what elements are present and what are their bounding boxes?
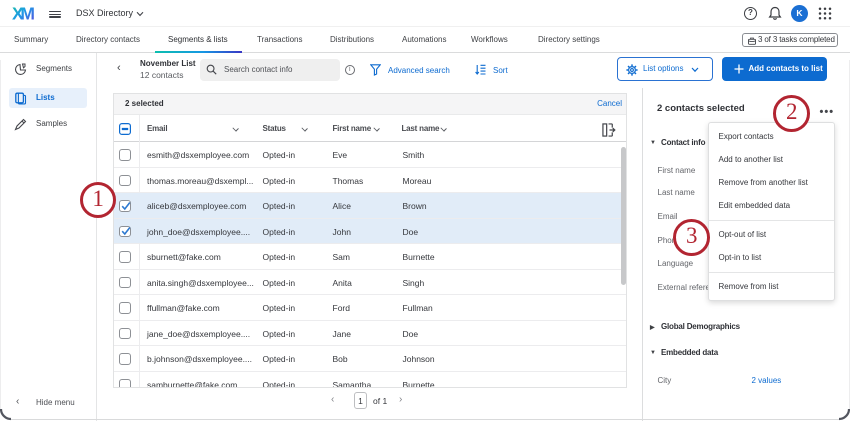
- svg-text:XM: XM: [12, 6, 35, 22]
